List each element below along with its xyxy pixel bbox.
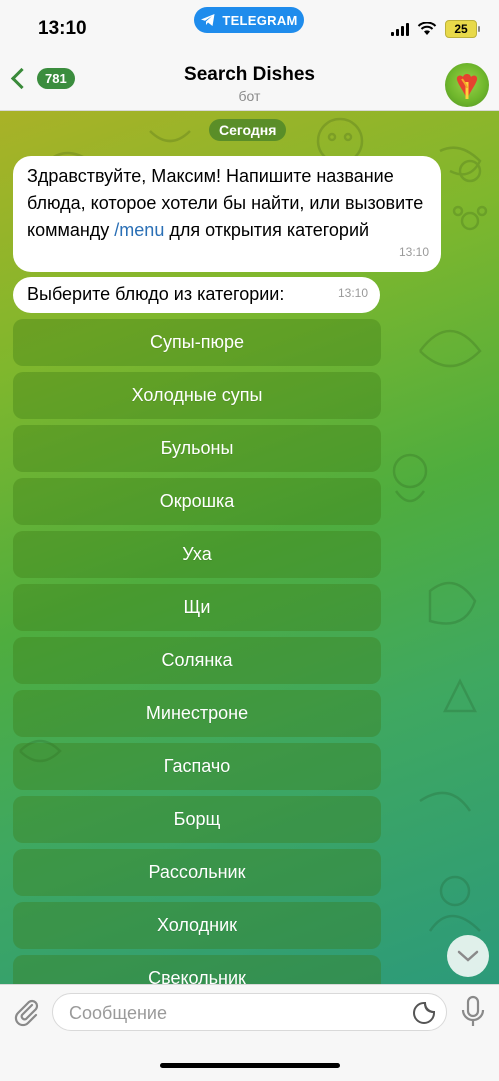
keyboard-button[interactable]: Минестроне <box>13 690 381 737</box>
chat-area[interactable]: Сегодня Здравствуйте, Максим! Напишите н… <box>0 111 499 984</box>
message-time: 13:10 <box>337 286 368 300</box>
telegram-icon <box>201 14 215 26</box>
keyboard-button[interactable]: Холодник <box>13 902 381 949</box>
status-bar: 13:10 TELEGRAM 25 <box>0 0 499 48</box>
telegram-pill-label: TELEGRAM <box>222 12 298 28</box>
chat-title[interactable]: Search Dishes <box>0 64 499 86</box>
message-text: Выберите блюдо из категории: <box>27 284 285 304</box>
message-bubble[interactable]: Выберите блюдо из категории: 13:10 <box>13 277 380 313</box>
wifi-icon <box>417 22 437 35</box>
telegram-pill[interactable]: TELEGRAM <box>194 7 304 33</box>
sticker-icon[interactable] <box>412 1001 436 1025</box>
keyboard-button[interactable]: Гаспачо <box>13 743 381 790</box>
microphone-icon[interactable] <box>459 995 487 1029</box>
message-input-bar <box>0 984 499 1081</box>
bot-logo-icon <box>456 74 478 99</box>
message-field[interactable] <box>52 993 447 1031</box>
keyboard-button[interactable]: Свекольник <box>13 955 381 984</box>
status-indicators: 25 <box>391 20 480 38</box>
message-bubble[interactable]: Здравствуйте, Максим! Напишите название … <box>13 156 441 272</box>
keyboard-button[interactable]: Щи <box>13 584 381 631</box>
keyboard-button[interactable]: Солянка <box>13 637 381 684</box>
keyboard-button[interactable]: Окрошка <box>13 478 381 525</box>
message-time: 13:10 <box>398 245 429 259</box>
message-text: Здравствуйте, Максим! Напишите название … <box>27 163 432 244</box>
bot-avatar[interactable] <box>445 63 489 107</box>
paperclip-icon[interactable] <box>12 997 42 1027</box>
keyboard-button[interactable]: Холодные супы <box>13 372 381 419</box>
message-text-part: для открытия категорий <box>164 220 370 240</box>
scroll-down-button[interactable] <box>447 935 489 977</box>
keyboard-button[interactable]: Рассольник <box>13 849 381 896</box>
menu-command-link[interactable]: /menu <box>114 220 164 240</box>
home-indicator <box>160 1063 340 1068</box>
message-input[interactable] <box>67 1000 401 1026</box>
keyboard-button[interactable]: Уха <box>13 531 381 578</box>
date-separator: Сегодня <box>209 119 287 141</box>
status-time: 13:10 <box>38 18 87 39</box>
battery-icon: 25 <box>445 20 480 38</box>
keyboard-button[interactable]: Супы-пюре <box>13 319 381 366</box>
keyboard-button[interactable]: Борщ <box>13 796 381 843</box>
chevron-down-icon <box>457 950 479 962</box>
keyboard-button[interactable]: Бульоны <box>13 425 381 472</box>
chat-subtitle: бот <box>238 88 261 104</box>
chat-header: 781 Search Dishes бот <box>0 48 499 111</box>
cellular-signal-icon <box>391 22 409 36</box>
